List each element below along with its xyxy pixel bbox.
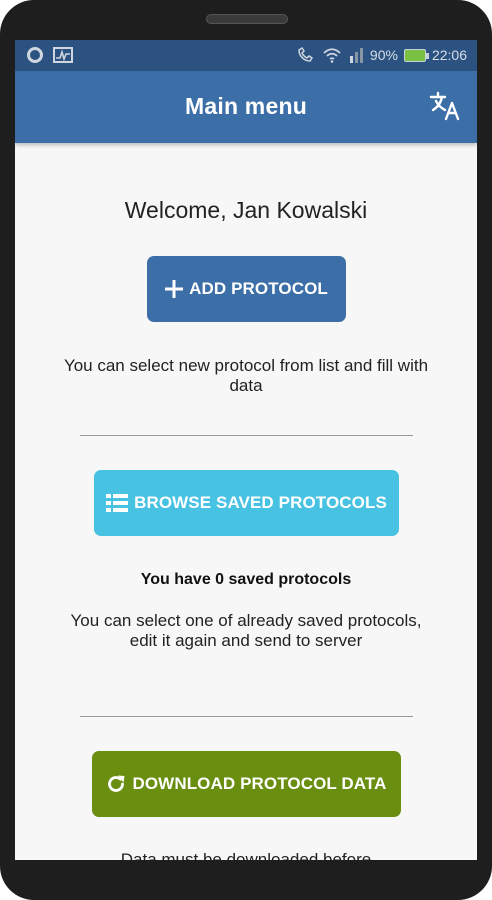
battery-percent: 90% xyxy=(369,47,398,63)
status-bar: 90% 22:06 xyxy=(15,40,477,71)
download-protocol-data-button[interactable]: DOWNLOAD PROTOCOL DATA xyxy=(92,751,401,817)
notification-circle-icon xyxy=(27,47,43,63)
welcome-message: Welcome, Jan Kowalski xyxy=(124,197,368,223)
page-title: Main menu xyxy=(185,93,307,119)
signal-icon xyxy=(349,48,363,63)
list-icon xyxy=(106,494,129,512)
add-protocol-button[interactable]: ADD PROTOCOL xyxy=(147,256,346,322)
browse-description: You can select one of already saved prot… xyxy=(70,611,422,650)
app-bar: Main menu xyxy=(15,71,477,143)
phone-frame: 90% 22:06 Main menu Welcome, Jan Kowalsk… xyxy=(0,0,492,900)
missed-call-icon xyxy=(298,46,313,62)
wifi-icon xyxy=(323,48,341,63)
browse-saved-protocols-button[interactable]: BROWSE SAVED PROTOCOLS xyxy=(94,470,399,536)
saved-protocols-count: You have 0 saved protocols xyxy=(140,571,352,588)
translate-icon[interactable] xyxy=(429,91,461,121)
phone-speaker xyxy=(206,14,288,24)
download-description: Data must be downloaded before xyxy=(120,850,372,860)
screen: 90% 22:06 Main menu Welcome, Jan Kowalsk… xyxy=(15,40,477,860)
divider xyxy=(80,435,413,436)
add-protocol-description: You can select new protocol from list an… xyxy=(63,356,429,395)
plus-icon xyxy=(165,280,184,298)
activity-icon xyxy=(53,47,73,63)
download-protocol-data-label: DOWNLOAD PROTOCOL DATA xyxy=(132,774,387,793)
browse-saved-protocols-label: BROWSE SAVED PROTOCOLS xyxy=(134,493,387,512)
divider xyxy=(80,716,413,717)
clock: 22:06 xyxy=(431,47,467,63)
battery-icon xyxy=(403,48,429,62)
refresh-icon xyxy=(108,775,125,792)
add-protocol-label: ADD PROTOCOL xyxy=(189,279,328,298)
